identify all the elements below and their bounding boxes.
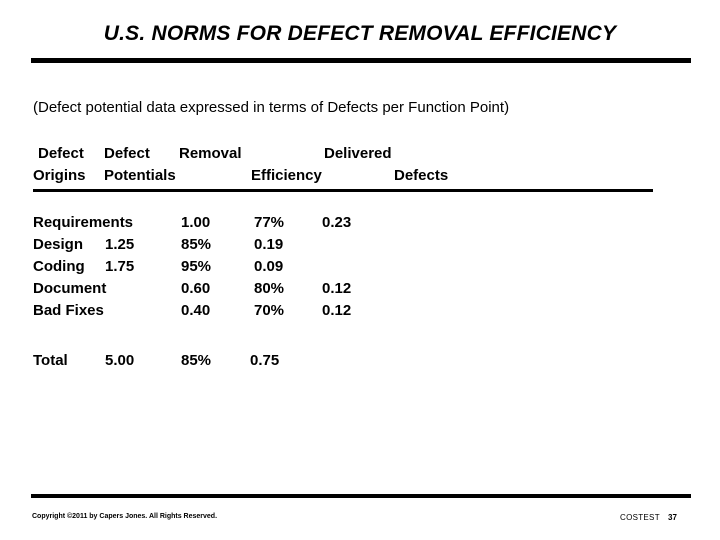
table-row: Bad Fixes 0.40 70% 0.12: [0, 302, 720, 324]
footer-divider: [31, 494, 691, 498]
table-header: Defect Defect Removal Delivered Origins …: [0, 145, 720, 191]
title-divider: [31, 58, 691, 63]
column-header-removal-efficiency-line1: Removal: [179, 145, 242, 162]
page-number: 37: [668, 513, 677, 522]
total-removal-efficiency: 85%: [181, 352, 212, 369]
cell-defect-potential: 1.25: [105, 236, 135, 253]
cell-delivered-defects: 0.19: [254, 236, 284, 253]
column-header-defect-origins-line2: Origins: [33, 167, 86, 184]
column-header-delivered-defects-line2: Defects: [394, 167, 449, 184]
cell-delivered-defects: 0.12: [322, 280, 352, 297]
cell-delivered-defects: 0.12: [322, 302, 352, 319]
total-label: Total: [33, 352, 68, 369]
cell-removal-efficiency: 77%: [254, 214, 285, 231]
slide-canvas: U.S. NORMS FOR DEFECT REMOVAL EFFICIENCY…: [0, 0, 720, 540]
cell-defect-origin: Requirements: [33, 214, 134, 231]
cell-delivered-defects: 0.23: [322, 214, 352, 231]
table-header-divider: [33, 189, 653, 192]
table-row: Coding 1.75 95% 0.09: [0, 258, 720, 280]
table-row: Requirements 1.00 77% 0.23: [0, 214, 720, 236]
cell-delivered-defects: 0.09: [254, 258, 284, 275]
cell-removal-efficiency: 70%: [254, 302, 285, 319]
cell-removal-efficiency: 85%: [181, 236, 212, 253]
table-row-total: Total 5.00 85% 0.75: [0, 352, 720, 374]
total-defect-potential: 5.00: [105, 352, 135, 369]
table-body: Requirements 1.00 77% 0.23 Design 1.25 85% 0.19…: [0, 214, 720, 324]
cell-defect-potential: 1.75: [105, 258, 135, 275]
column-header-delivered-defects-line1: Delivered: [324, 145, 392, 162]
cell-removal-efficiency: 95%: [181, 258, 212, 275]
total-delivered-defects: 0.75: [250, 352, 280, 369]
cell-defect-origin: Coding: [33, 258, 85, 275]
subtitle: (Defect potential data expressed in term…: [33, 99, 510, 116]
page-title: U.S. NORMS FOR DEFECT REMOVAL EFFICIENCY: [103, 22, 617, 45]
column-header-defect-potentials-line2: Potentials: [104, 167, 176, 184]
cell-defect-potential: 1.00: [181, 214, 211, 231]
cell-removal-efficiency: 80%: [254, 280, 285, 297]
table-row: Design 1.25 85% 0.19: [0, 236, 720, 258]
column-header-defect-potentials-line1: Defect: [104, 145, 150, 162]
cell-defect-potential: 0.40: [181, 302, 211, 319]
document-code: COSTEST: [620, 513, 660, 522]
cell-defect-origin: Design: [33, 236, 84, 253]
column-header-removal-efficiency-line2: Efficiency: [251, 167, 322, 184]
cell-defect-potential: 0.60: [181, 280, 211, 297]
copyright-notice: Copyright ©2011 by Capers Jones. All Rig…: [32, 513, 218, 520]
cell-defect-origin: Document: [33, 280, 107, 297]
column-header-defect-origins-line1: Defect: [38, 145, 84, 162]
cell-defect-origin: Bad Fixes: [33, 302, 104, 319]
table-row: Document 0.60 80% 0.12: [0, 280, 720, 302]
